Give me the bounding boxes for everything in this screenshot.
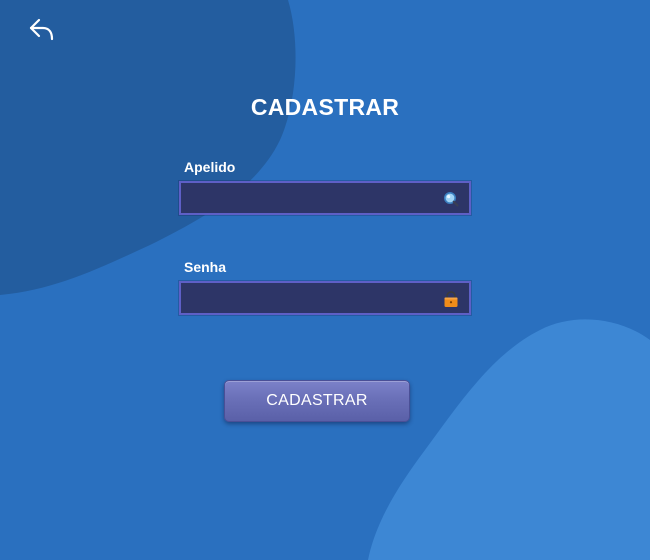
back-arrow-icon <box>29 18 54 41</box>
senha-label: Senha <box>184 259 227 275</box>
senha-input[interactable] <box>181 283 447 313</box>
senha-field[interactable] <box>179 281 471 315</box>
search-icon <box>444 192 459 207</box>
page-title: CADASTRAR <box>250 94 400 120</box>
apelido-input[interactable] <box>181 183 447 213</box>
background-shapes <box>0 0 650 560</box>
cadastrar-button[interactable]: CADASTRAR <box>224 380 410 422</box>
apelido-label: Apelido <box>184 159 236 175</box>
back-button[interactable] <box>26 14 58 46</box>
register-screen: CADASTRAR Apelido Senha CADASTRAR <box>0 0 650 560</box>
lock-icon <box>444 291 458 307</box>
light-blob-shape <box>368 319 650 560</box>
apelido-field[interactable] <box>179 181 471 215</box>
